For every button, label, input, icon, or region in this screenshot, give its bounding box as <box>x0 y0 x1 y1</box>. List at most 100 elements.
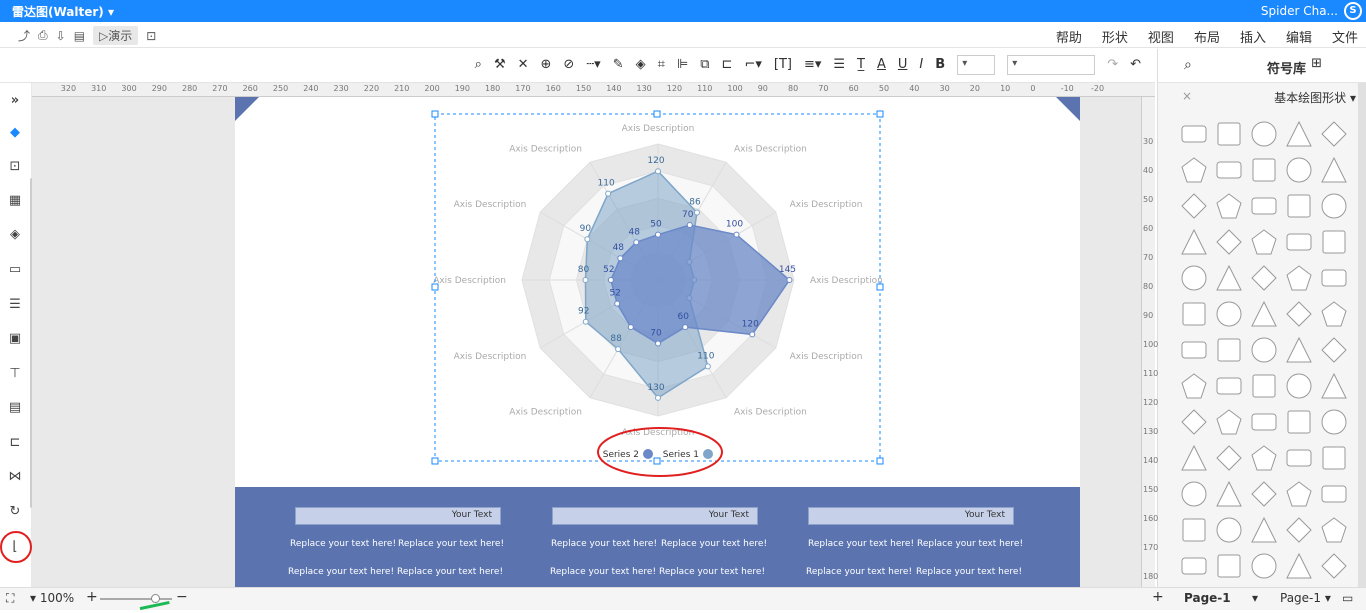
menu-file[interactable]: 文件 <box>1332 27 1358 46</box>
save-icon[interactable]: ▤ <box>74 29 85 43</box>
shape-diamond[interactable] <box>1176 153 1211 187</box>
shape-circle[interactable] <box>1246 117 1281 151</box>
shape-heptagon[interactable] <box>1211 261 1246 295</box>
page-setup-icon[interactable]: ⊡ <box>6 157 24 175</box>
shape-triangle2[interactable] <box>1316 225 1351 259</box>
data-point[interactable] <box>749 331 756 338</box>
export-icon[interactable]: ⇩ <box>56 29 66 43</box>
footer-text[interactable]: Replace your text here! <box>550 567 656 577</box>
layers-icon[interactable]: ◈ <box>6 225 24 243</box>
format-painter-icon[interactable]: ⚒ <box>494 57 506 75</box>
align-icon[interactable]: ☰ <box>833 57 845 75</box>
org-chart-icon[interactable]: ⊤ <box>6 364 24 382</box>
mindmap-icon[interactable]: ⋈ <box>6 467 24 485</box>
menu-help[interactable]: 帮助 <box>1056 27 1082 46</box>
shape-star5[interactable] <box>1281 297 1316 331</box>
library-icon[interactable]: ⊞ <box>1311 56 1322 71</box>
shape-egg[interactable] <box>1211 513 1246 547</box>
data-point[interactable] <box>633 239 640 246</box>
shape-heart[interactable] <box>1316 297 1351 331</box>
data-icon[interactable]: ☰ <box>6 295 24 313</box>
shape-gear[interactable] <box>1176 405 1211 439</box>
data-point[interactable] <box>655 231 661 238</box>
shape-ticket[interactable] <box>1316 549 1351 583</box>
print-icon[interactable]: ⎙ <box>38 28 48 43</box>
resize-handle[interactable] <box>653 457 661 465</box>
tools-icon[interactable]: ✕ <box>518 57 529 75</box>
expand-icon[interactable]: » <box>6 91 24 109</box>
shape-pentagon[interactable] <box>1211 153 1246 187</box>
page[interactable]: 120 86 110 130 88 92 80 90 110 50 70 100 145 120 60 70 5… <box>235 97 1080 587</box>
shape-diamond-sq[interactable] <box>1281 405 1316 439</box>
data-point[interactable] <box>682 324 689 331</box>
undo-icon[interactable]: ↶ <box>1130 57 1141 75</box>
shape-pentagon2[interactable] <box>1176 225 1211 259</box>
shape-octagon3[interactable] <box>1281 513 1316 547</box>
text-format-icon[interactable]: T̲ <box>857 57 865 75</box>
redo-icon[interactable]: ↷ <box>1107 57 1118 75</box>
footer-text[interactable]: Replace your text here! <box>288 567 394 577</box>
shape-shield2[interactable] <box>1246 513 1281 547</box>
fullscreen-icon[interactable]: ⊡ <box>146 29 156 43</box>
canvas-area[interactable]: 120 86 110 130 88 92 80 90 110 50 70 100 145 120 60 70 5… <box>32 97 1141 587</box>
italic-icon[interactable]: I <box>919 57 923 75</box>
line-style-icon[interactable]: ┄▾ <box>586 57 600 75</box>
shape-gear-star[interactable] <box>1176 369 1211 403</box>
presentation-icon[interactable]: ▭ <box>6 260 24 278</box>
share-icon[interactable]: ⤴ <box>18 27 30 44</box>
bold-icon[interactable]: B <box>935 57 945 75</box>
shape-flag[interactable] <box>1281 333 1316 367</box>
shape-burst[interactable] <box>1211 405 1246 439</box>
shape-half-circle[interactable] <box>1316 333 1351 367</box>
data-point[interactable] <box>655 340 661 347</box>
table-icon[interactable]: ▤ <box>6 398 24 416</box>
footer-text[interactable]: Replace your text here! <box>659 567 765 577</box>
search-icon[interactable]: ⌕ <box>1184 57 1192 73</box>
shape-octagon[interactable] <box>1246 261 1281 295</box>
data-point[interactable] <box>582 277 589 283</box>
menu-insert[interactable]: 插入 <box>1240 27 1266 46</box>
text-box-icon[interactable]: [T] <box>774 57 792 75</box>
data-point[interactable] <box>614 300 621 307</box>
image-icon[interactable]: ▣ <box>6 329 24 347</box>
resize-handle[interactable] <box>876 283 884 291</box>
shape-half-round[interactable] <box>1316 441 1351 475</box>
shape-ellipse[interactable] <box>1316 189 1351 223</box>
page-label[interactable]: Page-1 ▾ <box>1280 591 1331 605</box>
shape-cone[interactable] <box>1246 333 1281 367</box>
panel-scrollbar[interactable] <box>1358 83 1366 587</box>
shape-cloud[interactable] <box>1281 477 1316 511</box>
data-point[interactable] <box>655 394 661 401</box>
data-point[interactable] <box>605 190 612 197</box>
shape-oval-pointed[interactable] <box>1176 513 1211 547</box>
shape-octagon2[interactable] <box>1281 261 1316 295</box>
shape-sun[interactable] <box>1316 513 1351 547</box>
data-point[interactable] <box>607 277 614 283</box>
category-name[interactable]: 基本绘图形状 ▾ <box>1274 89 1356 106</box>
data-point[interactable] <box>733 231 740 238</box>
footer-text[interactable]: Replace your text here! <box>917 539 1023 549</box>
shape-square-star[interactable] <box>1211 549 1246 583</box>
shape-parallelogram[interactable] <box>1211 189 1246 223</box>
text-box[interactable]: Your Text <box>552 507 758 525</box>
shape-rectangle[interactable] <box>1281 117 1316 151</box>
resize-handle[interactable] <box>431 283 439 291</box>
data-point[interactable] <box>582 318 589 325</box>
close-icon[interactable]: × <box>1182 89 1192 103</box>
data-point[interactable] <box>627 324 634 331</box>
data-point[interactable] <box>693 209 700 216</box>
shape-hexagon[interactable] <box>1176 261 1211 295</box>
zoom-out-icon[interactable]: − <box>176 589 188 605</box>
shape-half-disc[interactable] <box>1316 477 1351 511</box>
shape-star4[interactable] <box>1316 369 1351 403</box>
text-box[interactable]: Your Text <box>295 507 501 525</box>
page-tab[interactable]: Page-1 <box>1184 591 1231 605</box>
theme-icon[interactable]: ▦ <box>6 191 24 209</box>
data-point[interactable] <box>617 255 624 262</box>
shape-star6[interactable] <box>1211 369 1246 403</box>
shape-rect5[interactable] <box>1281 549 1316 583</box>
gantt-icon[interactable]: ⊏ <box>6 433 24 451</box>
zoom-slider[interactable] <box>100 598 172 600</box>
page-menu-icon[interactable]: ▾ <box>1252 591 1258 605</box>
shape-star7[interactable] <box>1246 369 1281 403</box>
